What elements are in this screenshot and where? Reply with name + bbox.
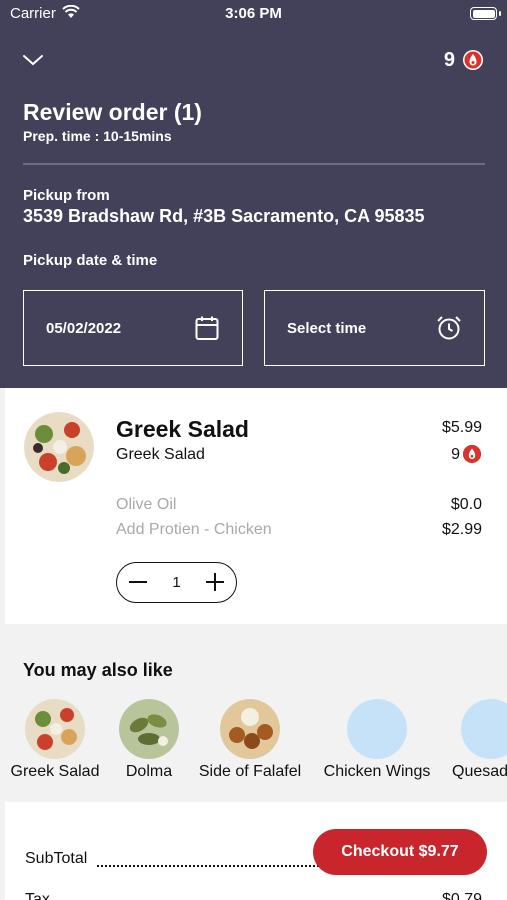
suggestion-label: Quesad — [452, 763, 507, 780]
plus-icon[interactable] — [204, 571, 226, 593]
dolma-thumbnail — [119, 699, 179, 759]
suggestion-label: Greek Salad — [10, 763, 100, 780]
suggestion-label: Side of Falafel — [198, 763, 302, 780]
suggestion-label: Dolma — [125, 763, 173, 780]
page-title: Review order (1) — [23, 99, 202, 125]
rewards-drop-icon — [463, 50, 483, 70]
greek-salad-thumbnail — [25, 699, 85, 759]
suggestions-title: You may also like — [23, 660, 173, 680]
suggestion-item[interactable]: Dolma — [114, 699, 184, 781]
pickup-address: 3539 Bradshaw Rd, #3B Sacramento, CA 958… — [23, 206, 425, 226]
order-summary-card: SubTotal Tax $0.79 Checkout $9.77 — [5, 802, 507, 900]
points-count: 9 — [443, 49, 455, 71]
tax-label: Tax — [25, 891, 50, 900]
date-value: 05/02/2022 — [46, 320, 122, 337]
modifier-row: Add Protien - Chicken $2.99 — [116, 521, 482, 539]
prep-time: Prep. time : 10-15mins — [23, 128, 172, 144]
dotted-leader — [97, 865, 319, 867]
battery-icon — [470, 7, 497, 20]
modifier-row: Olive Oil $0.0 — [116, 496, 482, 514]
suggestion-item[interactable]: Greek Salad — [8, 699, 102, 781]
subtotal-label: SubTotal — [25, 850, 88, 867]
order-header: Carrier 3:06 PM 9 Review order (1) Prep.… — [0, 0, 507, 388]
suggestion-item[interactable]: Quesad — [452, 699, 507, 781]
pickup-datetime-label: Pickup date & time — [23, 252, 158, 269]
quantity-stepper: 1 — [116, 562, 237, 603]
suggestion-item[interactable]: Chicken Wings — [318, 699, 436, 781]
battery-tip — [499, 11, 501, 16]
time-placeholder: Select time — [287, 320, 367, 337]
modifier-label: Olive Oil — [116, 496, 177, 513]
order-item-card: Greek Salad Greek Salad $5.99 9 Olive Oi… — [5, 388, 507, 624]
item-points: 9 — [451, 446, 460, 463]
date-picker[interactable]: 05/02/2022 — [23, 290, 243, 366]
modifier-label: Add Protien - Chicken — [116, 521, 272, 538]
status-time: 3:06 PM — [225, 5, 282, 22]
suggestion-item[interactable]: Side of Falafel — [194, 699, 306, 781]
status-bar: Carrier 3:06 PM — [0, 0, 507, 30]
time-picker[interactable]: Select time — [264, 290, 485, 366]
item-price: $5.99 — [441, 419, 482, 436]
modifier-price: $2.99 — [441, 521, 482, 538]
chevron-down-icon[interactable] — [22, 52, 44, 68]
pickup-label: Pickup from — [23, 187, 110, 204]
checkout-button[interactable]: Checkout $9.77 — [313, 829, 487, 875]
falafel-thumbnail — [220, 699, 280, 759]
chicken-wings-thumbnail — [347, 699, 407, 759]
rewards-drop-icon — [462, 444, 482, 464]
modifier-price: $0.0 — [450, 496, 482, 513]
suggestion-label: Chicken Wings — [323, 763, 431, 780]
header-divider — [23, 163, 485, 165]
calendar-icon — [195, 316, 219, 340]
item-subtitle: Greek Salad — [116, 446, 205, 463]
greek-salad-image — [24, 412, 94, 482]
quesadilla-thumbnail — [461, 699, 507, 759]
tax-value: $0.79 — [441, 891, 482, 900]
alarm-clock-icon — [437, 316, 461, 340]
item-name: Greek Salad — [116, 416, 249, 442]
